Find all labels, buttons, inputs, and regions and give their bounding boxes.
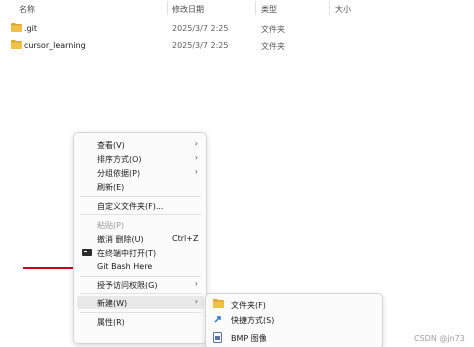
column-type[interactable]: 类型	[261, 4, 277, 15]
menu-item-sort[interactable]: 排序方式(O) ›	[77, 152, 204, 165]
file-row[interactable]: .git 2025/3/7 2:25 文件夹	[0, 20, 474, 38]
file-type: 文件夹	[261, 25, 285, 34]
image-file-icon	[213, 332, 222, 345]
menu-item-label: 属性(R)	[97, 318, 125, 327]
menu-item-give-access[interactable]: 授予访问权限(G) ›	[77, 278, 204, 291]
menu-item-open-in-terminal[interactable]: 在终端中打开(T)	[77, 246, 204, 259]
menu-divider	[80, 276, 201, 277]
annotation-underline	[23, 267, 73, 269]
column-header: 名称 修改日期 类型 大小	[0, 0, 474, 16]
shortcut-arrow-icon	[213, 314, 223, 326]
column-divider[interactable]	[167, 1, 168, 15]
menu-item-refresh[interactable]: 刷新(E)	[77, 180, 204, 193]
column-size[interactable]: 大小	[335, 4, 351, 15]
column-name[interactable]: 名称	[19, 4, 35, 15]
menu-divider	[80, 312, 201, 313]
menu-item-properties[interactable]: 属性(R)	[77, 315, 204, 328]
menu-item-label: 在终端中打开(T)	[97, 249, 157, 258]
menu-divider	[80, 196, 201, 197]
folder-icon	[11, 23, 22, 34]
submenu-item-folder[interactable]: 文件夹(F)	[209, 297, 379, 311]
chevron-right-icon: ›	[194, 167, 198, 176]
file-modified: 2025/3/7 2:25	[172, 41, 229, 50]
column-modified[interactable]: 修改日期	[172, 4, 204, 15]
menu-item-view[interactable]: 查看(V) ›	[77, 138, 204, 151]
menu-divider	[80, 293, 201, 294]
menu-item-undo-delete[interactable]: 撤消 删除(U) Ctrl+Z	[77, 232, 204, 245]
menu-item-paste[interactable]: 粘贴(P)	[77, 218, 204, 231]
column-divider[interactable]	[329, 1, 330, 15]
column-divider[interactable]	[255, 1, 256, 15]
menu-item-label: 撤消 删除(U)	[97, 235, 144, 244]
chevron-right-icon: ›	[194, 297, 198, 306]
menu-item-label: 刷新(E)	[97, 183, 125, 192]
watermark: CSDN @jn73	[414, 334, 465, 343]
file-name: .git	[24, 24, 37, 33]
submenu-item-label: 快捷方式(S)	[231, 316, 275, 325]
menu-item-label: Git Bash Here	[97, 262, 153, 271]
menu-item-shortcut: Ctrl+Z	[172, 234, 199, 243]
file-name: cursor_learning	[24, 41, 86, 50]
folder-icon	[11, 40, 22, 51]
terminal-icon	[82, 249, 92, 256]
file-type: 文件夹	[261, 42, 285, 51]
submenu-item-label: BMP 图像	[231, 334, 267, 343]
menu-item-label: 新建(W)	[97, 299, 128, 308]
menu-item-customize-folder[interactable]: 自定义文件夹(F)...	[77, 199, 204, 212]
menu-item-label: 粘贴(P)	[97, 221, 125, 230]
menu-item-label: 查看(V)	[97, 141, 125, 150]
submenu-item-label: 文件夹(F)	[231, 301, 266, 310]
menu-item-label: 分组依据(P)	[97, 169, 141, 178]
chevron-right-icon: ›	[194, 139, 198, 148]
chevron-right-icon: ›	[194, 153, 198, 162]
submenu-item-bmp-image[interactable]: BMP 图像	[209, 330, 379, 344]
menu-item-label: 授予访问权限(G)	[97, 281, 158, 290]
menu-item-label: 排序方式(O)	[97, 155, 142, 164]
file-modified: 2025/3/7 2:25	[172, 24, 229, 33]
menu-divider	[80, 214, 201, 215]
chevron-right-icon: ›	[194, 279, 198, 288]
new-submenu: 文件夹(F) 快捷方式(S) BMP 图像	[205, 293, 383, 347]
menu-item-new[interactable]: 新建(W) ›	[77, 296, 204, 309]
submenu-item-shortcut[interactable]: 快捷方式(S)	[209, 312, 379, 326]
menu-item-git-bash-here[interactable]: Git Bash Here	[77, 260, 204, 273]
menu-item-group[interactable]: 分组依据(P) ›	[77, 166, 204, 179]
context-menu: 查看(V) › 排序方式(O) › 分组依据(P) › 刷新(E) 自定义文件夹…	[73, 132, 207, 344]
folder-icon	[213, 299, 224, 310]
file-row[interactable]: cursor_learning 2025/3/7 2:25 文件夹	[0, 37, 474, 55]
menu-item-label: 自定义文件夹(F)...	[97, 202, 164, 211]
